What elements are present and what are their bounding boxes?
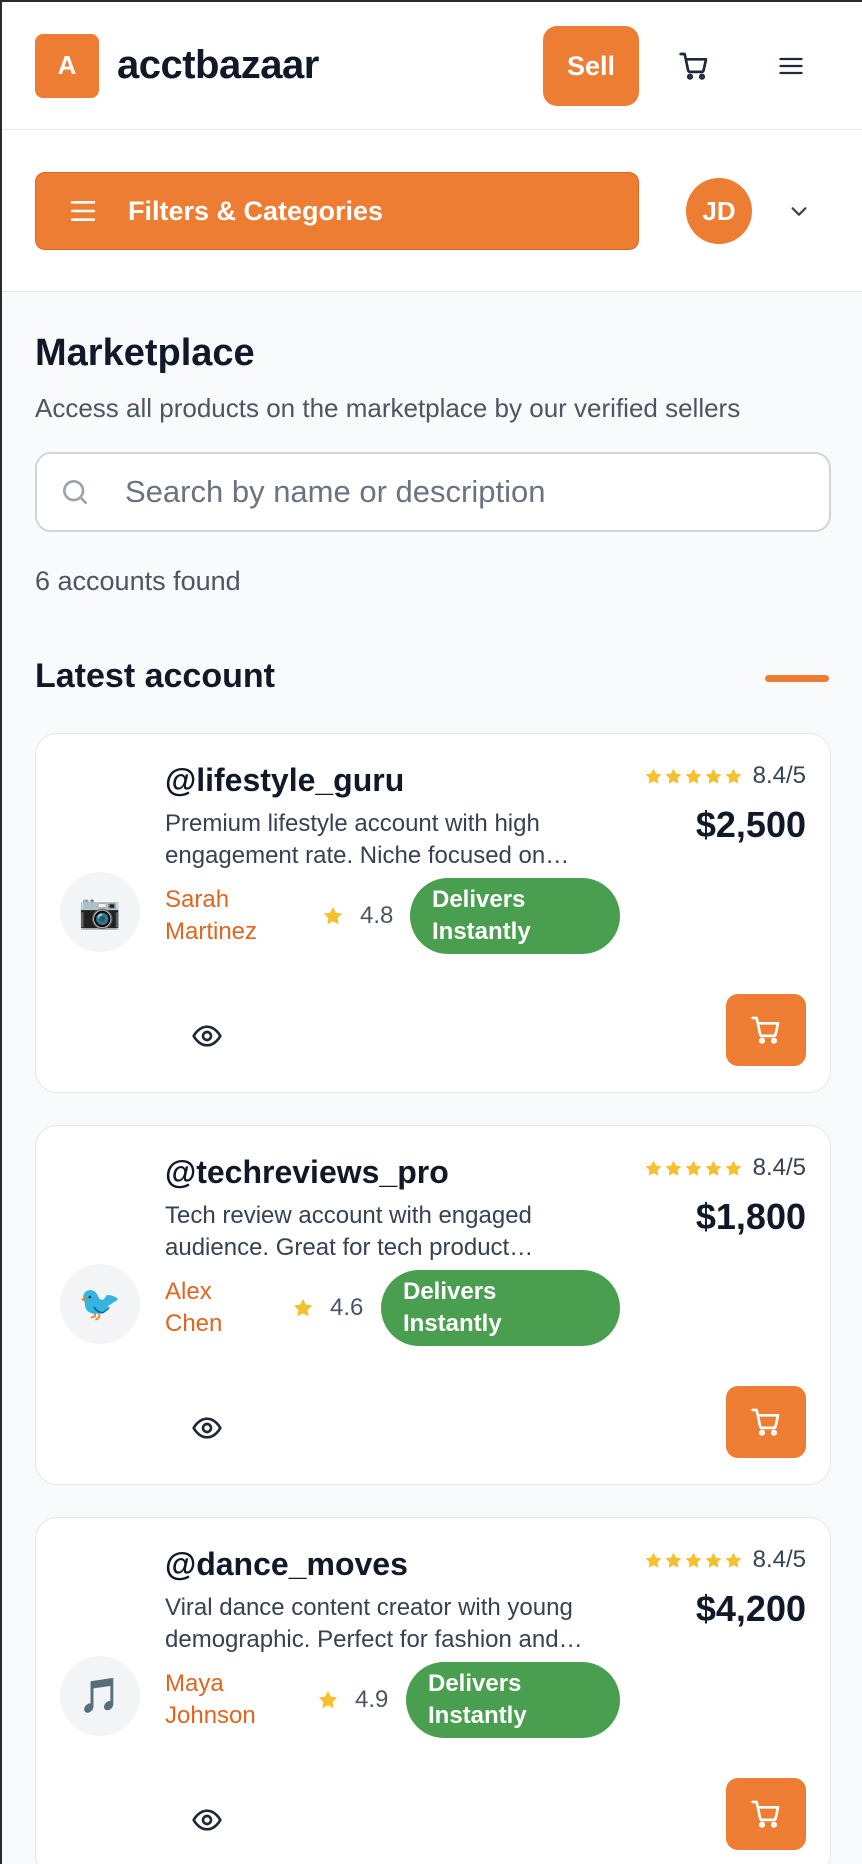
- seller-rating-value: 4.6: [330, 1294, 364, 1321]
- star-rating: [644, 1159, 743, 1178]
- star-icon: [645, 1160, 662, 1176]
- listing-description: Viral dance content creator with young d…: [165, 1594, 583, 1653]
- delivery-badge: Delivers Instantly: [381, 1270, 620, 1346]
- star-icon: [293, 1298, 313, 1317]
- section-accent-line: [765, 675, 829, 682]
- seller-rating: 4.6: [292, 1294, 363, 1322]
- seller-last-name: Martinez: [165, 918, 258, 945]
- star-icon: [685, 1160, 702, 1176]
- add-to-cart-button[interactable]: [726, 1778, 806, 1850]
- listing-card[interactable]: @dance_moves Viral dance content creator…: [35, 1517, 831, 1864]
- listing-price: $2,500: [695, 804, 806, 845]
- star-icon: [665, 1160, 682, 1176]
- listing-price: $4,200: [695, 1588, 806, 1629]
- star-icon: [665, 1552, 682, 1568]
- listing-handle[interactable]: @dance_moves: [165, 1546, 408, 1583]
- listing-rating: 8.4/5: [644, 1546, 806, 1574]
- main-content: Marketplace Access all products on the m…: [2, 332, 862, 1864]
- eye-icon[interactable]: [191, 1804, 223, 1836]
- top-navbar: A acctbazaar Sell: [2, 2, 862, 130]
- seller-name[interactable]: Maya Johnson: [165, 1668, 256, 1732]
- section-header: Latest account: [35, 657, 829, 701]
- filters-label: Filters & Categories: [128, 195, 384, 226]
- seller-first-name: Sarah: [165, 886, 230, 913]
- delivery-badge: Delivers Instantly: [410, 878, 620, 954]
- cart-icon: [751, 1016, 780, 1044]
- eye-icon[interactable]: [191, 1020, 223, 1052]
- page-subtitle: Access all products on the marketplace b…: [35, 393, 741, 423]
- delivery-badge: Delivers Instantly: [406, 1662, 620, 1738]
- brand-name[interactable]: acctbazaar: [117, 43, 319, 88]
- logo-badge[interactable]: A: [35, 33, 99, 98]
- seller-rating: 4.9: [317, 1686, 388, 1714]
- star-icon: [725, 1552, 742, 1568]
- cart-icon[interactable]: [678, 50, 710, 82]
- seller-name[interactable]: Alex Chen: [165, 1276, 222, 1340]
- menu-icon[interactable]: [777, 52, 805, 80]
- star-icon: [323, 906, 343, 925]
- sell-button[interactable]: Sell: [543, 26, 639, 106]
- star-icon: [705, 1160, 722, 1176]
- listing-rating: 8.4/5: [644, 1154, 806, 1182]
- search-input[interactable]: Search by name or description: [35, 452, 831, 532]
- section-title: Latest account: [35, 657, 275, 695]
- listing-description: Tech review account with engaged audienc…: [165, 1202, 534, 1261]
- add-to-cart-button[interactable]: [726, 1386, 806, 1458]
- cart-icon: [751, 1408, 780, 1436]
- star-rating: [644, 767, 743, 786]
- seller-rating: 4.8: [322, 902, 393, 930]
- avatar[interactable]: JD: [686, 178, 752, 244]
- seller-name[interactable]: Sarah Martinez: [165, 884, 257, 948]
- star-icon: [645, 1552, 662, 1568]
- star-icon: [685, 1552, 702, 1568]
- bird-icon: 🐦: [60, 1264, 140, 1344]
- eye-icon[interactable]: [191, 1412, 223, 1444]
- seller-first-name: Maya: [165, 1670, 224, 1697]
- camera-icon: 📷: [60, 872, 140, 952]
- results-count: 6 accounts found: [35, 566, 241, 596]
- chevron-down-icon[interactable]: [786, 200, 812, 222]
- rating-value: 8.4/5: [752, 1546, 806, 1573]
- seller-first-name: Alex: [165, 1278, 212, 1305]
- listing-card[interactable]: @lifestyle_guru Premium lifestyle accoun…: [35, 733, 831, 1093]
- seller-rating-value: 4.9: [355, 1686, 389, 1713]
- star-icon: [725, 1160, 742, 1176]
- menu-icon: [70, 201, 96, 221]
- seller-rating-value: 4.8: [360, 902, 394, 929]
- star-icon: [318, 1690, 338, 1709]
- music-note-icon: 🎵: [60, 1656, 140, 1736]
- rating-value: 8.4/5: [752, 762, 806, 789]
- add-to-cart-button[interactable]: [726, 994, 806, 1066]
- listing-price: $1,800: [695, 1196, 806, 1237]
- filters-categories-button[interactable]: Filters & Categories: [35, 172, 639, 250]
- star-icon: [705, 768, 722, 784]
- cart-icon: [751, 1800, 780, 1828]
- listing-card[interactable]: @techreviews_pro Tech review account wit…: [35, 1125, 831, 1485]
- star-icon: [685, 768, 702, 784]
- seller-last-name: Chen: [165, 1310, 223, 1337]
- star-rating: [644, 1551, 743, 1570]
- listing-handle[interactable]: @techreviews_pro: [165, 1154, 449, 1191]
- search-placeholder: Search by name or description: [125, 474, 546, 509]
- search-icon: [63, 480, 87, 504]
- page-title: Marketplace: [35, 332, 255, 374]
- star-icon: [665, 768, 682, 784]
- star-icon: [645, 768, 662, 784]
- listing-description: Premium lifestyle account with high enga…: [165, 810, 570, 869]
- listing-handle[interactable]: @lifestyle_guru: [165, 762, 404, 799]
- star-icon: [725, 768, 742, 784]
- seller-last-name: Johnson: [165, 1702, 256, 1729]
- rating-value: 8.4/5: [752, 1154, 806, 1181]
- star-icon: [705, 1552, 722, 1568]
- listing-rating: 8.4/5: [644, 762, 806, 790]
- filter-bar: Filters & Categories JD: [2, 130, 862, 292]
